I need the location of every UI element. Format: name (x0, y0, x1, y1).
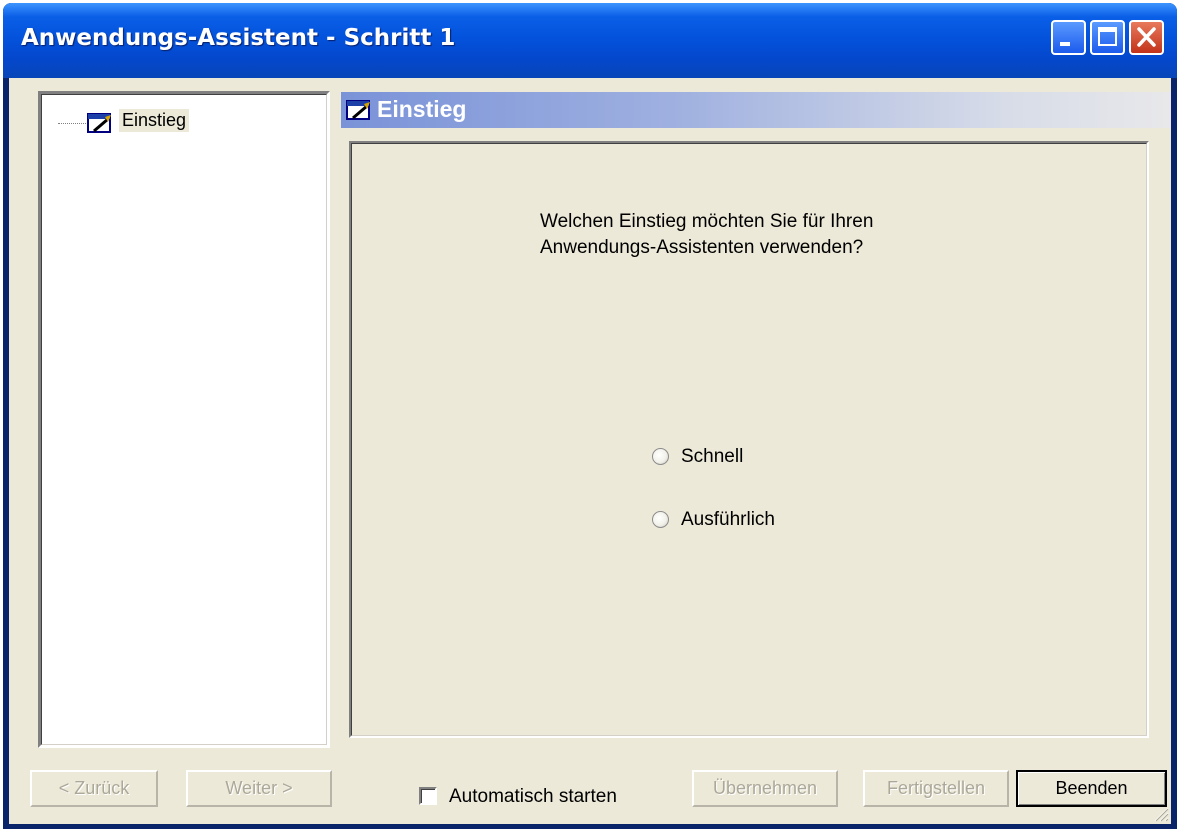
minimize-icon (1060, 42, 1070, 46)
tree-item-einstieg[interactable]: Einstieg (119, 109, 190, 132)
question-line-2: Anwendungs-Assistenten verwenden? (540, 237, 864, 258)
maximize-icon (1098, 27, 1117, 46)
close-icon (1137, 27, 1156, 47)
dialog-client-area: Einstieg Einstieg Welchen Einstieg möcht… (9, 78, 1171, 824)
resize-grip-icon[interactable] (1151, 804, 1169, 822)
apply-button[interactable]: Übernehmen (692, 770, 838, 807)
autostart-checkbox[interactable] (419, 787, 437, 805)
radio-schnell[interactable] (652, 448, 669, 465)
back-button[interactable]: < Zurück (30, 770, 158, 807)
close-button[interactable]: Beenden (1016, 770, 1167, 807)
title-bar[interactable]: Anwendungs-Assistent - Schritt 1 (3, 3, 1177, 78)
section-header: Einstieg (341, 92, 1171, 128)
maximize-button[interactable] (1090, 20, 1125, 55)
question-text: Welchen Einstieg möchten Sie für Ihren A… (540, 209, 960, 261)
option-ausfuehrlich-label[interactable]: Ausführlich (681, 509, 775, 531)
wizard-step-icon (87, 113, 111, 133)
radio-ausfuehrlich[interactable] (652, 511, 669, 528)
wizard-step-icon (346, 100, 370, 120)
section-title: Einstieg (377, 96, 467, 122)
option-schnell-label[interactable]: Schnell (681, 446, 743, 468)
close-window-button[interactable] (1129, 20, 1164, 55)
step-tree-frame: Einstieg (41, 94, 327, 745)
wizard-window: Anwendungs-Assistent - Schritt 1 Einstie… (3, 3, 1177, 829)
minimize-button[interactable] (1051, 20, 1086, 55)
next-button[interactable]: Weiter > (186, 770, 332, 807)
content-panel-frame: Welchen Einstieg möchten Sie für Ihren A… (351, 143, 1147, 736)
autostart-label[interactable]: Automatisch starten (449, 786, 617, 808)
question-line-1: Welchen Einstieg möchten Sie für Ihren (540, 211, 874, 232)
content-panel: Welchen Einstieg möchten Sie für Ihren A… (349, 141, 1149, 738)
window-title: Anwendungs-Assistent - Schritt 1 (21, 25, 456, 51)
step-tree[interactable]: Einstieg (38, 91, 330, 748)
finish-button[interactable]: Fertigstellen (863, 770, 1009, 807)
